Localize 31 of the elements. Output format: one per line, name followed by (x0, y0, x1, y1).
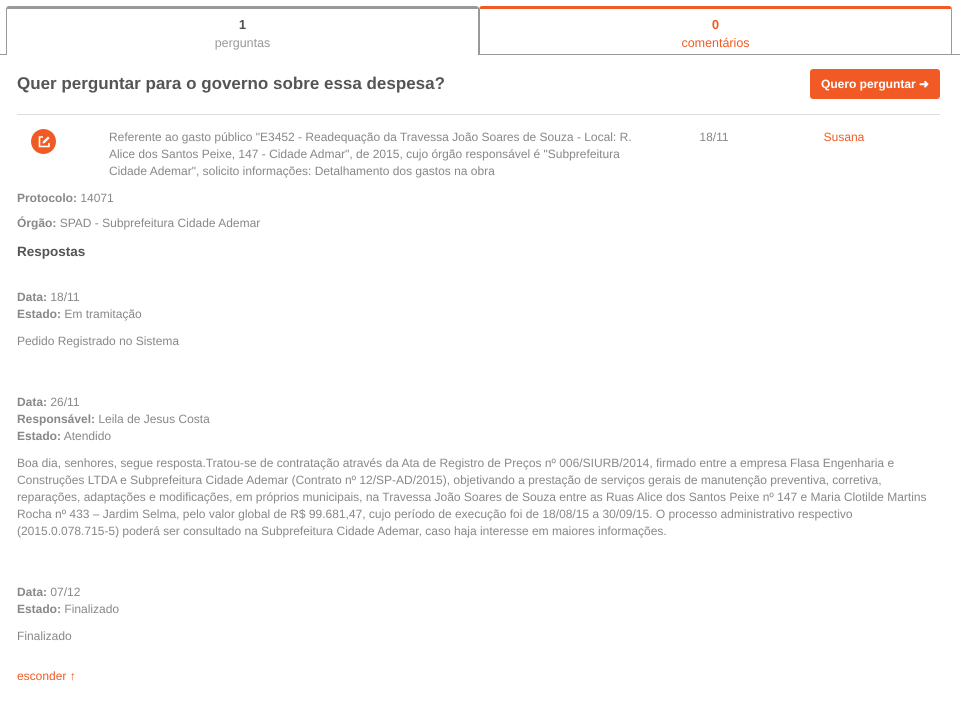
edit-icon (31, 129, 56, 154)
tab[interactable]: 0 comentários (479, 6, 952, 54)
field-value: 07/12 (50, 585, 80, 599)
hide-link[interactable]: esconder ↑ (17, 669, 76, 683)
field-label: Data: (17, 290, 48, 304)
field-label: Estado: (17, 307, 62, 321)
field-label: Estado: (17, 602, 62, 616)
field-value: Atendido (64, 429, 112, 443)
field-value: 26/11 (50, 395, 80, 409)
field-value: Em tramitação (64, 307, 142, 321)
field-label: Protocolo: (17, 191, 77, 205)
section-heading: Quer perguntar para o governo sobre essa despesa? (17, 74, 445, 94)
field-value: SPAD - Subprefeitura Cidade Ademar (60, 216, 260, 230)
field-label: Responsável: (17, 412, 96, 426)
field-label: Data: (17, 395, 48, 409)
field-value: Leila de Jesus Costa (98, 412, 210, 426)
field-value: 14071 (80, 191, 114, 205)
field-value: Finalizado (64, 602, 120, 616)
ask-button[interactable]: Quero perguntar ➜ (810, 69, 940, 99)
question-date: 18/11 (698, 129, 730, 146)
field-label: Data: (17, 585, 48, 599)
answers-heading: Respostas (17, 244, 86, 259)
field-value: 18/11 (50, 290, 80, 304)
question-text: Referente ao gasto público "E3452 - Readequação da Travessa João Soares de Souza - Local: R. Alice dos Santos Peixe, 147 - Cidade Admar", de 2015, cujo órgão responsável é "Subprefeitura Cidade Ademar", solicito informações: Detalhamento dos gastos na obra (109, 129, 633, 180)
answer-text: Boa dia, senhores, segue resposta.Tratou-se de contratação através da Ata de Registro de Preços nº 006/SIURB/2014, firmado entre a empresa Flasa Engenharia e Construções LTDA e Subprefeitura Cidade Ademar (Contrato nº 12/SP-AD/2015), objetivando a prestação de serviços gerais de manutenção preventiva, corretiva, reparações, adaptações e modificações, em próprios municipais, na Travessa João Soares de Souza entre as Ruas Alice dos Santos Peixe nº 147 e Maria Clotilde Martins Rocha nº 433 – Jardim Selma, pelo valor global de R$ 99.681,47, cujo período de execução foi de 18/08/15 a 30/09/15. O processo administrativo respectivo (2015.0.078.715-5) poderá ser consultado na Subprefeitura Cidade Ademar, caso haja interesse em maiores informações. (17, 455, 928, 540)
tab[interactable]: 1 perguntas (6, 6, 479, 55)
field-label: Órgão: (17, 216, 56, 230)
answer-text: Finalizado (17, 628, 73, 645)
answer-text: Pedido Registrado no Sistema (17, 333, 180, 350)
field-label: Estado: (17, 429, 62, 443)
question-author: Susana (822, 129, 866, 146)
